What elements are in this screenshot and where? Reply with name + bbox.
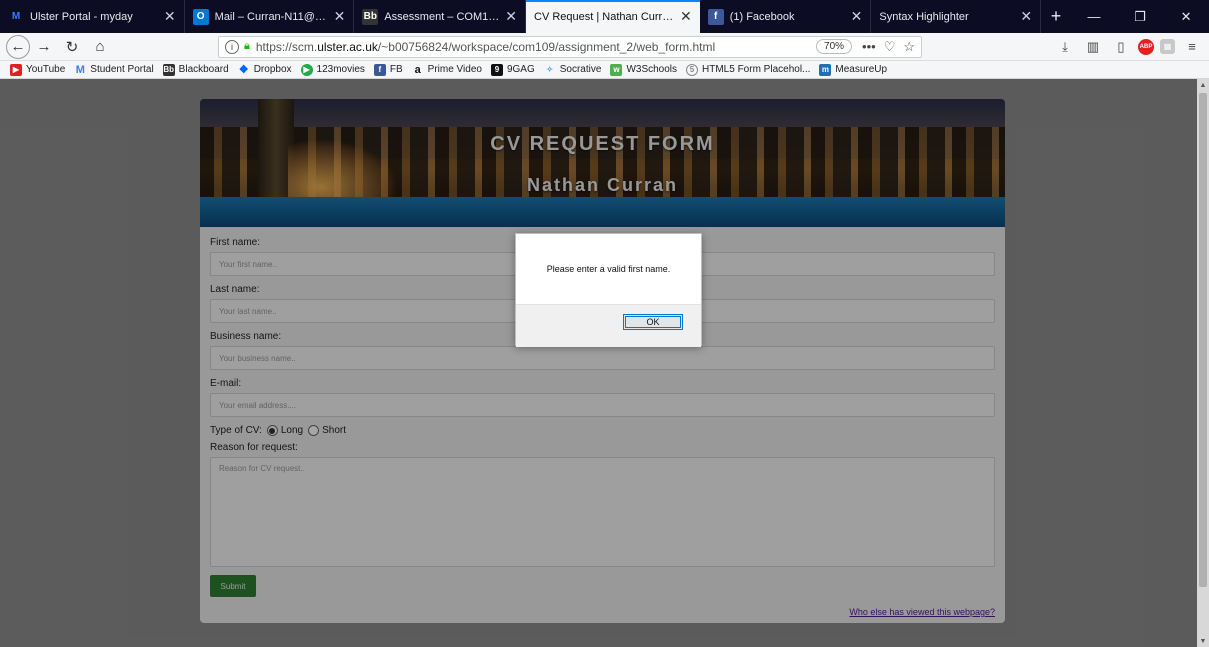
url-actions: ••• ♡ ☆ <box>862 39 915 55</box>
alert-message: Please enter a valid first name. <box>546 264 671 274</box>
tab-cv-request[interactable]: CV Request | Nathan Curran ✕ <box>526 0 700 33</box>
toolbar-right: ⤓ ▥ ▯ ABP ▦ ≡ <box>1054 36 1203 58</box>
close-window-icon[interactable]: ✕ <box>1163 0 1209 33</box>
bookmark-dropbox[interactable]: ❖ Dropbox <box>238 64 292 76</box>
tab-myday[interactable]: M Ulster Portal - myday ✕ <box>0 0 185 33</box>
blackboard-icon: Bb <box>362 8 379 25</box>
9gag-icon: 9 <box>490 63 503 76</box>
extension-icon[interactable]: ▦ <box>1160 39 1175 54</box>
tab-title: Assessment – COM109 ( 6063 <box>384 10 500 23</box>
tab-title: Syntax Highlighter <box>879 10 969 23</box>
alert-footer: OK <box>516 304 701 347</box>
page-actions-icon[interactable]: ••• <box>862 39 876 55</box>
bookmark-blackboard[interactable]: Bb Blackboard <box>162 63 229 76</box>
bookmark-star-icon[interactable]: ☆ <box>903 39 915 55</box>
pocket-icon[interactable]: ♡ <box>884 39 896 55</box>
url-bar[interactable]: i 🔒︎ https://scm.ulster.ac.uk/~b00756824… <box>218 35 922 58</box>
close-icon[interactable]: ✕ <box>505 8 517 25</box>
home-icon[interactable]: ⌂ <box>86 35 114 59</box>
scroll-down-icon[interactable]: ▼ <box>1197 635 1209 647</box>
bookmark-w3schools[interactable]: w W3Schools <box>610 63 677 76</box>
close-icon[interactable]: ✕ <box>334 8 346 25</box>
modal-backdrop <box>0 79 1197 647</box>
sidebar-icon[interactable]: ▯ <box>1110 36 1132 58</box>
info-icon[interactable]: i <box>225 39 239 54</box>
vertical-scrollbar[interactable]: ▲ ▼ <box>1197 79 1209 647</box>
page-viewport: CV REQUEST FORM Nathan Curran First name… <box>0 79 1209 647</box>
facebook-icon: f <box>373 63 386 76</box>
bookmark-fb[interactable]: f FB <box>373 63 403 76</box>
bookmarks-bar: ▶ YouTube M Student Portal Bb Blackboard ❖ D… <box>0 61 1209 79</box>
navigation-bar: ← → ↻ ⌂ i 🔒︎ https://scm.ulster.ac.uk/~b… <box>0 33 1209 61</box>
youtube-icon: ▶ <box>10 63 22 76</box>
outlook-icon: O <box>192 8 209 25</box>
play-icon: ▶ <box>300 63 313 76</box>
bookmark-prime-video[interactable]: a Prime Video <box>412 64 482 76</box>
bookmark-9gag[interactable]: 9 9GAG <box>490 63 535 76</box>
new-tab-button[interactable]: + <box>1041 0 1071 33</box>
tab-facebook[interactable]: f (1) Facebook ✕ <box>700 0 872 33</box>
amazon-icon: a <box>414 63 421 76</box>
url-text[interactable]: https://scm.ulster.ac.uk/~b00756824/work… <box>256 40 816 54</box>
reload-icon[interactable]: ↻ <box>58 35 86 59</box>
back-arrow-icon[interactable]: ← <box>6 34 30 59</box>
zoom-level[interactable]: 70% <box>816 39 853 54</box>
bookmark-socrative[interactable]: ✧ Socrative <box>544 64 601 76</box>
alert-dialog: Please enter a valid first name. OK <box>515 233 702 347</box>
forward-arrow-icon[interactable]: → <box>30 35 58 59</box>
close-icon[interactable]: ✕ <box>1020 8 1032 25</box>
facebook-icon: f <box>707 8 724 25</box>
adblock-icon[interactable]: ABP <box>1138 38 1154 55</box>
w3schools-icon: w <box>610 63 623 76</box>
close-icon[interactable]: ✕ <box>680 8 692 25</box>
tab-title: Mail – Curran-N11@ulster.ac.u <box>214 10 328 23</box>
measureup-icon: m <box>819 63 832 76</box>
bookmark-html5-form[interactable]: 5 HTML5 Form Placehol... <box>686 63 810 76</box>
bookmark-student-portal[interactable]: M Student Portal <box>74 63 154 76</box>
html5-icon: 5 <box>686 63 699 76</box>
tab-strip: M Ulster Portal - myday ✕ O Mail – Curra… <box>0 0 1209 33</box>
menu-icon[interactable]: ≡ <box>1181 36 1203 58</box>
bookmark-youtube[interactable]: ▶ YouTube <box>10 63 65 76</box>
downloads-icon[interactable]: ⤓ <box>1054 36 1076 58</box>
ok-button[interactable]: OK <box>623 314 683 330</box>
close-icon[interactable]: ✕ <box>164 8 176 25</box>
tab-syntax-highlighter[interactable]: Syntax Highlighter ✕ <box>871 0 1042 33</box>
myday-icon: M <box>11 11 21 22</box>
scroll-up-icon[interactable]: ▲ <box>1197 79 1209 91</box>
myday-icon: M <box>75 63 85 76</box>
socrative-icon: ✧ <box>546 65 554 74</box>
window-controls: — ❐ ✕ <box>1071 0 1209 33</box>
restore-icon[interactable]: ❐ <box>1117 0 1163 33</box>
tab-mail[interactable]: O Mail – Curran-N11@ulster.ac.u ✕ <box>185 0 355 33</box>
lock-icon[interactable]: 🔒︎ <box>244 40 250 53</box>
tab-title: CV Request | Nathan Curran <box>534 10 674 23</box>
tab-title: Ulster Portal - myday <box>30 10 133 23</box>
tab-assessment[interactable]: Bb Assessment – COM109 ( 6063 ✕ <box>354 0 527 33</box>
blackboard-icon: Bb <box>162 63 175 76</box>
bookmark-measureup[interactable]: m MeasureUp <box>819 63 887 76</box>
dropbox-icon: ❖ <box>238 64 249 76</box>
bookmark-123movies[interactable]: ▶ 123movies <box>300 63 365 76</box>
scrollbar-thumb[interactable] <box>1199 93 1207 587</box>
close-icon[interactable]: ✕ <box>851 8 863 25</box>
library-icon[interactable]: ▥ <box>1082 36 1104 58</box>
tab-title: (1) Facebook <box>729 10 795 23</box>
minimize-icon[interactable]: — <box>1071 0 1117 33</box>
